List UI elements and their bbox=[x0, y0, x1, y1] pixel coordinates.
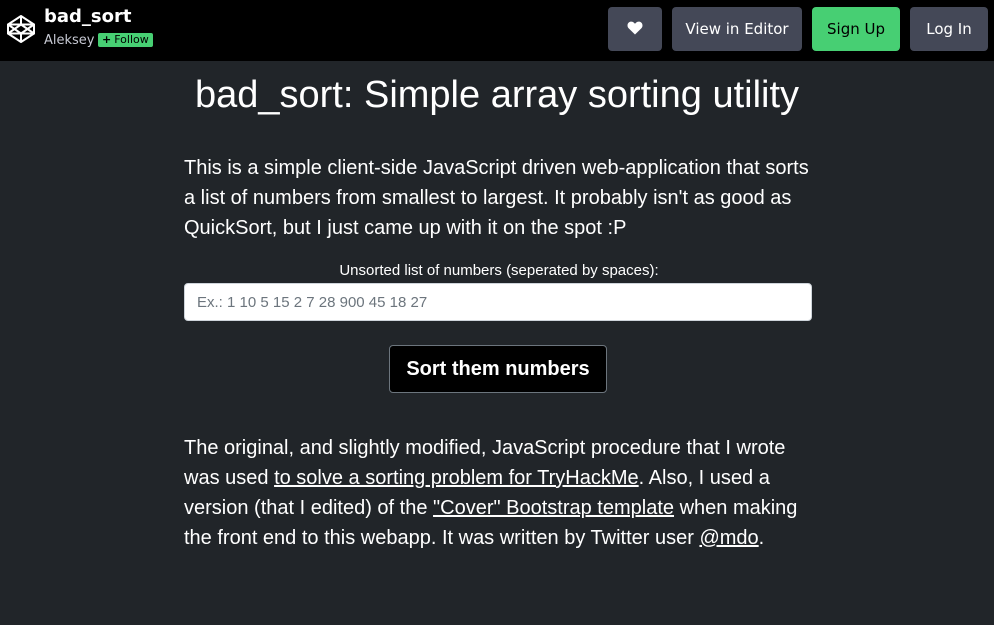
follow-button[interactable]: + Follow bbox=[98, 33, 153, 47]
heart-icon bbox=[627, 21, 643, 35]
heart-button[interactable] bbox=[608, 7, 662, 51]
plus-icon: + bbox=[102, 33, 112, 46]
view-in-editor-button[interactable]: View in Editor bbox=[672, 7, 802, 51]
cover-template-link[interactable]: "Cover" Bootstrap template bbox=[433, 497, 674, 519]
sign-up-button[interactable]: Sign Up bbox=[812, 7, 900, 51]
input-label: Unsorted list of numbers (seperated by s… bbox=[339, 262, 659, 279]
mdo-link[interactable]: @mdo bbox=[699, 527, 758, 549]
tryhackme-link[interactable]: to solve a sorting problem for TryHackMe bbox=[274, 467, 639, 489]
sort-button[interactable]: Sort them numbers bbox=[389, 345, 607, 393]
author-name[interactable]: Aleksey bbox=[44, 33, 95, 48]
outro-paragraph: The original, and slightly modified, Jav… bbox=[184, 433, 814, 553]
log-in-button[interactable]: Log In bbox=[910, 7, 988, 51]
outro-text-4: . bbox=[758, 527, 765, 549]
numbers-input[interactable] bbox=[184, 283, 812, 321]
page-title: bad_sort: Simple array sorting utility bbox=[194, 74, 800, 116]
codepen-logo-icon[interactable] bbox=[6, 14, 36, 44]
follow-label: Follow bbox=[114, 33, 149, 46]
pen-title[interactable]: bad_sort bbox=[44, 6, 131, 27]
intro-paragraph: This is a simple client-side JavaScript … bbox=[184, 157, 809, 239]
top-bar: bad_sort Aleksey + Follow View in Editor … bbox=[0, 0, 994, 61]
